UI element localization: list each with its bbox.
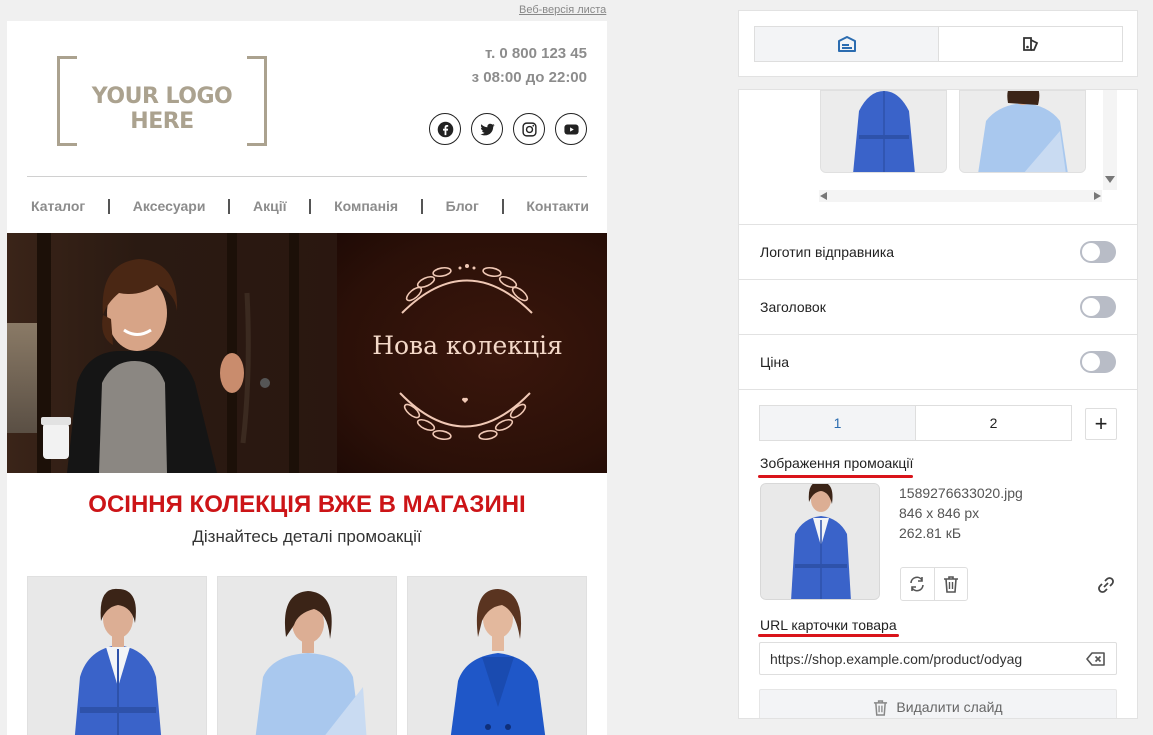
editor-tabs-card xyxy=(738,10,1138,77)
phone-number: т. 0 800 123 45 xyxy=(485,45,587,62)
slide-settings-card: Логотип відправника Заголовок Ціна 1 2 +… xyxy=(738,89,1138,719)
email-preview: YOUR LOGO HERE т. 0 800 123 45 з 08:00 д… xyxy=(7,21,607,735)
toggle-label: Логотип відправника xyxy=(760,244,895,260)
product-card[interactable] xyxy=(27,576,207,735)
trash-icon xyxy=(943,576,958,593)
price-toggle[interactable] xyxy=(1080,351,1116,373)
wreath-bottom-icon xyxy=(399,392,531,441)
nav-item-company[interactable]: Компанія xyxy=(334,198,398,214)
delete-slide-button[interactable]: Видалити слайд xyxy=(759,689,1117,718)
hero-banner: Нова колекція xyxy=(7,233,607,473)
product-url-value: https://shop.example.com/product/odyag xyxy=(770,650,1023,667)
sender-logo-toggle[interactable] xyxy=(1080,241,1116,263)
delete-image-button[interactable] xyxy=(933,568,968,600)
image-meta: 1589276633020.jpg 846 х 846 px 262.81 кБ xyxy=(899,483,1023,543)
nav-item-promotions[interactable]: Акції xyxy=(253,198,287,214)
instagram-icon[interactable] xyxy=(513,113,545,145)
highlight-underline xyxy=(758,475,913,478)
section-divider xyxy=(739,389,1137,390)
banner-title: Нова колекція xyxy=(372,331,563,360)
toggle-row-price: Ціна xyxy=(739,334,1137,389)
replace-icon xyxy=(910,576,925,592)
slide-thumbnails xyxy=(739,90,1137,224)
tab-style[interactable] xyxy=(939,27,1122,61)
title-toggle[interactable] xyxy=(1080,296,1116,318)
nav-item-contacts[interactable]: Контакти xyxy=(526,198,589,214)
image-section-label: Зображення промоакції xyxy=(760,455,914,471)
twitter-icon[interactable] xyxy=(471,113,503,145)
slide-tab-1[interactable]: 1 xyxy=(760,406,916,440)
web-version-link[interactable]: Веб-версія листа xyxy=(519,4,606,16)
toggle-row-title: Заголовок xyxy=(739,279,1137,334)
slide-thumbnail[interactable] xyxy=(820,90,947,173)
tab-content[interactable] xyxy=(755,27,939,61)
delete-slide-label: Видалити слайд xyxy=(896,699,1003,715)
social-links xyxy=(429,113,587,145)
contact-info: т. 0 800 123 45 з 08:00 до 22:00 xyxy=(472,42,587,90)
editor-tabs xyxy=(754,26,1123,62)
product-url-input[interactable]: https://shop.example.com/product/odyag xyxy=(759,642,1117,675)
wreath-top-icon xyxy=(401,264,533,314)
clear-input-icon[interactable] xyxy=(1086,651,1106,666)
facebook-icon[interactable] xyxy=(429,113,461,145)
nav-item-accessories[interactable]: Аксесуари xyxy=(133,198,206,214)
link-icon[interactable] xyxy=(1096,575,1116,595)
header-divider xyxy=(27,176,587,177)
logo-placeholder: YOUR LOGO HERE xyxy=(57,56,267,146)
slide-thumbnail[interactable] xyxy=(959,90,1086,173)
style-settings-icon xyxy=(1022,37,1038,51)
product-card[interactable] xyxy=(217,576,397,735)
image-actions xyxy=(900,567,968,601)
url-section-label: URL карточки товара xyxy=(760,617,897,633)
toggle-label: Ціна xyxy=(760,354,789,370)
thumbnails-vertical-scrollbar[interactable] xyxy=(1103,90,1117,190)
product-card[interactable] xyxy=(407,576,587,735)
content-settings-icon xyxy=(837,36,856,52)
youtube-icon[interactable] xyxy=(555,113,587,145)
toggle-label: Заголовок xyxy=(760,299,826,315)
highlight-underline xyxy=(758,634,899,637)
trash-icon xyxy=(874,699,888,716)
email-nav: Каталог Аксесуари Акції Компанія Блог Ко… xyxy=(7,196,607,216)
image-dimensions: 846 х 846 px xyxy=(899,505,980,521)
promo-subheading: Дізнайтесь деталі промоакції xyxy=(192,527,422,546)
logo-text: YOUR LOGO HERE xyxy=(91,84,233,134)
working-hours: з 08:00 до 22:00 xyxy=(471,69,587,86)
slide-tabs: 1 2 xyxy=(759,405,1072,441)
nav-item-catalog[interactable]: Каталог xyxy=(31,198,85,214)
banner-photo xyxy=(7,233,337,473)
nav-item-blog[interactable]: Блог xyxy=(446,198,479,214)
replace-image-button[interactable] xyxy=(901,568,934,600)
image-filename: 1589276633020.jpg xyxy=(899,485,1023,501)
promo-heading: ОСІННЯ КОЛЕКЦІЯ ВЖЕ В МАГАЗИНІ xyxy=(88,491,526,518)
thumbnails-horizontal-scrollbar[interactable] xyxy=(819,190,1102,202)
image-size: 262.81 кБ xyxy=(899,525,962,541)
toggle-row-sender-logo: Логотип відправника xyxy=(739,224,1137,279)
promo-image-preview[interactable] xyxy=(760,483,880,600)
add-slide-button[interactable]: + xyxy=(1085,408,1117,440)
slide-tab-2[interactable]: 2 xyxy=(916,406,1071,440)
